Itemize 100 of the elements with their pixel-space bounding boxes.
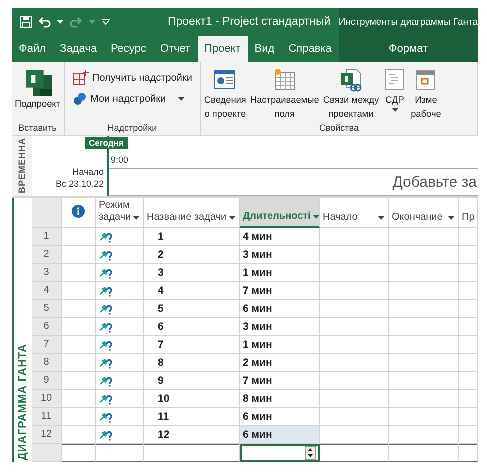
ribbon-tab[interactable]: Вид [248, 36, 282, 62]
timeline-bar[interactable]: Добавьте за [109, 168, 478, 196]
table-cell [389, 390, 459, 408]
table-cell [459, 300, 478, 318]
ribbon-button[interactable]: Связи между проектами [322, 66, 380, 123]
caret-icon [229, 216, 236, 221]
caret-icon [448, 216, 455, 221]
table-cell [389, 426, 459, 444]
row-number[interactable]: 12 [32, 426, 62, 444]
table-cell [389, 228, 459, 246]
column-header[interactable] [62, 198, 96, 228]
customize-icon[interactable] [102, 19, 110, 25]
ribbon-button[interactable]: Получить надстройки [72, 70, 192, 86]
table-cell: 1 мин [240, 264, 320, 282]
pushpin-question-icon [99, 410, 113, 422]
ribbon-button[interactable]: Настраиваемые поля [249, 66, 320, 123]
pushpin-question-icon [99, 266, 113, 278]
save-icon[interactable] [20, 16, 32, 28]
ribbon-tab[interactable]: Проект [198, 36, 248, 62]
undo-icon[interactable] [38, 16, 51, 28]
input-field[interactable] [240, 444, 320, 462]
table-cell: 8 мин [240, 390, 320, 408]
pushpin-question-icon [99, 302, 113, 314]
window-title: Проект1 - Project стандартный [168, 16, 331, 28]
row-number[interactable]: 4 [32, 282, 62, 300]
table-cell: 1 мин [240, 336, 320, 354]
group-label: Свойства [318, 123, 360, 135]
project-link-icon [339, 68, 364, 92]
pushpin-question-icon [99, 374, 113, 386]
table-cell [320, 444, 389, 462]
table-cell [320, 372, 389, 390]
table-cell [62, 444, 96, 462]
table-cell [320, 426, 389, 444]
pushpin-question-icon [99, 230, 113, 242]
table-cell [320, 354, 389, 372]
row-number[interactable]: 1 [32, 228, 62, 246]
ribbon-tab[interactable]: Задача [53, 36, 104, 62]
table-cell [320, 300, 389, 318]
table-cell: 6 [144, 318, 240, 336]
table-cell [389, 318, 459, 336]
caret-icon [57, 20, 64, 24]
table-cell: 3 [144, 264, 240, 282]
corner-cell[interactable] [32, 198, 62, 228]
table-cell: 10 [144, 390, 240, 408]
side-label: ВРЕМЕННА [17, 138, 27, 196]
row-number[interactable]: 5 [32, 300, 62, 318]
context-title: Инструменты диаграммы Ганта [338, 16, 478, 30]
table-cell: 4 [144, 282, 240, 300]
table-cell [389, 444, 459, 462]
table-cell: 1 [144, 228, 240, 246]
table-cell [320, 336, 389, 354]
table-cell [459, 318, 478, 336]
group-label: Надстройки [106, 123, 158, 135]
table-cell: 11 [144, 408, 240, 426]
row-number[interactable]: 9 [32, 372, 62, 390]
row-number[interactable]: 8 [32, 354, 62, 372]
column-header[interactable]: Длительності [240, 198, 320, 228]
ribbon-tab[interactable]: Отчет [153, 36, 198, 62]
ribbon-tab[interactable]: Ресурс [104, 36, 154, 62]
pushpin-question-icon [99, 284, 113, 296]
ribbon-tab[interactable]: Справка [282, 36, 339, 62]
table-cell [459, 354, 478, 372]
row-number[interactable]: 3 [32, 264, 62, 282]
table-cell [389, 300, 459, 318]
spinner-icon[interactable] [305, 446, 316, 460]
row-number[interactable]: 6 [32, 318, 62, 336]
ribbon-button[interactable]: Сведения о проекте [203, 66, 248, 123]
row-number[interactable]: 10 [32, 390, 62, 408]
time-label: 9:00 [111, 155, 130, 165]
pushpin-question-icon [99, 248, 113, 260]
row-number[interactable]: 7 [32, 336, 62, 354]
table-cell [459, 444, 478, 462]
table-cell [389, 264, 459, 282]
ribbon-button[interactable]: Подпроект [14, 66, 62, 123]
table-cell: 6 мин [240, 426, 320, 444]
row-number[interactable]: 2 [32, 246, 62, 264]
info-icon [72, 204, 85, 218]
ribbon-tab[interactable]: Формат [338, 36, 478, 62]
table-cell: 8 [144, 354, 240, 372]
table-cell [459, 372, 478, 390]
ribbon-button[interactable]: Мои надстройки [72, 92, 192, 106]
calendar-icon [414, 68, 438, 92]
table-cell [459, 246, 478, 264]
table-cell [459, 426, 478, 444]
ribbon-tab[interactable]: Файл [12, 36, 54, 62]
row-number[interactable]: 11 [32, 408, 62, 426]
column-header[interactable]: Окончание [389, 198, 459, 228]
table-cell: 2 мин [240, 354, 320, 372]
ribbon-button[interactable]: СДР [382, 66, 408, 123]
table-cell [459, 336, 478, 354]
start-date: Вс 23.10.22 [56, 178, 104, 190]
ribbon-button[interactable]: Изме рабоче [410, 66, 442, 123]
pushpin-question-icon [99, 356, 113, 368]
column-header[interactable]: Режим задачи [96, 198, 144, 228]
table-cell [320, 282, 389, 300]
column-header[interactable]: Пр [459, 198, 478, 228]
add-ins-icon [72, 92, 87, 106]
column-header[interactable]: Начало [320, 198, 389, 228]
table-cell [389, 372, 459, 390]
pushpin-question-icon [99, 392, 113, 404]
